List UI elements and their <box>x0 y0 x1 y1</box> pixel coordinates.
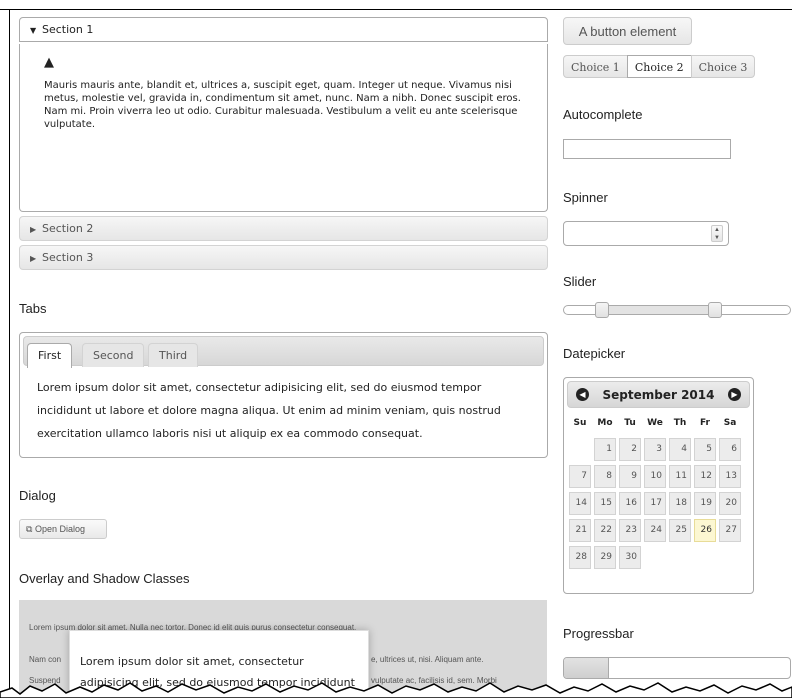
triangle-down-icon: ▼ <box>30 26 37 35</box>
datepicker-heading: Datepicker <box>563 346 626 361</box>
accordion-section-label: Section 3 <box>42 251 94 264</box>
calendar-day-today[interactable]: 26 <box>694 519 716 542</box>
calendar-day[interactable]: 13 <box>719 465 741 488</box>
calendar-day[interactable]: 6 <box>719 438 741 461</box>
calendar-day[interactable]: 20 <box>719 492 741 515</box>
accordion-section-label: Section 1 <box>42 23 94 36</box>
alert-icon: ▲ <box>44 55 54 70</box>
calendar-day[interactable]: 24 <box>644 519 666 542</box>
calendar-day[interactable]: 25 <box>669 519 691 542</box>
triangle-up-icon[interactable]: ▲ <box>712 226 722 234</box>
calendar-blank-cell <box>569 438 591 461</box>
tab-panel-content: Lorem ipsum dolor sit amet, consectetur … <box>37 381 501 440</box>
spinner-heading: Spinner <box>563 190 608 205</box>
calendar-day[interactable]: 15 <box>594 492 616 515</box>
calendar-day[interactable]: 17 <box>644 492 666 515</box>
calendar-day[interactable]: 14 <box>569 492 591 515</box>
tabs-heading: Tabs <box>19 301 47 316</box>
autocomplete-heading: Autocomplete <box>563 107 643 122</box>
calendar-day[interactable]: 12 <box>694 465 716 488</box>
choice-1-button[interactable]: Choice 1 <box>563 55 628 78</box>
tab-third[interactable]: Third <box>148 343 199 367</box>
triangle-down-icon[interactable]: ▼ <box>712 234 722 242</box>
tab-strip: First Second Third <box>23 336 544 368</box>
slider-heading: Slider <box>563 274 597 289</box>
weekday-label: Sa <box>723 418 737 428</box>
calendar-day[interactable]: 10 <box>644 465 666 488</box>
weekday-label: Fr <box>699 418 710 428</box>
triangle-right-icon: ▶ <box>30 225 37 234</box>
calendar-day[interactable]: 7 <box>569 465 591 488</box>
tab-first[interactable]: First <box>27 343 73 368</box>
accordion-section-label: Section 2 <box>42 222 94 235</box>
frame-border-top <box>0 9 792 10</box>
tab-second[interactable]: Second <box>82 343 145 367</box>
calendar-day[interactable]: 5 <box>694 438 716 461</box>
dialog-heading: Dialog <box>19 488 56 503</box>
weekday-label: Mo <box>597 418 613 428</box>
torn-edge <box>0 682 792 698</box>
spinner-buttons[interactable]: ▲ ▼ <box>711 225 723 242</box>
calendar-day[interactable]: 28 <box>569 546 591 569</box>
accordion-section-1-header[interactable]: ▼ Section 1 <box>19 17 548 42</box>
datepicker: ◀ September 2014 ▶ Su Mo Tu We Th Fr Sa 1 2 3 4 5 6 7… <box>563 377 754 594</box>
overlay-text-line: Nam con <box>29 655 62 664</box>
slider-handle-min[interactable] <box>595 302 610 318</box>
circle-arrow-right-icon[interactable]: ▶ <box>728 388 741 401</box>
calendar-day[interactable]: 11 <box>669 465 691 488</box>
calendar-day[interactable]: 27 <box>719 519 741 542</box>
open-dialog-button[interactable]: ⧉ Open Dialog <box>19 519 107 539</box>
triangle-right-icon: ▶ <box>30 254 37 263</box>
button-element[interactable]: A button element <box>563 17 692 45</box>
choice-2-button[interactable]: Choice 2 <box>626 55 692 78</box>
calendar-day[interactable]: 30 <box>619 546 641 569</box>
calendar-day[interactable]: 29 <box>594 546 616 569</box>
calendar-day[interactable]: 1 <box>594 438 616 461</box>
weekday-label: Tu <box>624 418 636 428</box>
calendar-day[interactable]: 9 <box>619 465 641 488</box>
slider-handle-max[interactable] <box>708 302 723 318</box>
accordion-section-2-header[interactable]: ▶ Section 2 <box>19 216 548 241</box>
overlay-text-line: e, ultrices ut, nisi. Aliquam ante. <box>371 655 484 664</box>
new-window-icon: ⧉ <box>26 524 33 534</box>
accordion-content: Mauris mauris ante, blandit et, ultrices… <box>44 80 521 130</box>
calendar-day[interactable]: 16 <box>619 492 641 515</box>
calendar-day[interactable]: 23 <box>619 519 641 542</box>
slider-range <box>602 306 716 314</box>
calendar-day[interactable]: 21 <box>569 519 591 542</box>
weekday-label: We <box>647 418 663 428</box>
spinner-input[interactable]: ▲ ▼ <box>563 221 729 246</box>
datepicker-header: ◀ September 2014 ▶ <box>567 381 750 408</box>
progressbar <box>563 657 791 679</box>
progressbar-fill <box>564 658 610 678</box>
weekday-label: Th <box>673 418 687 428</box>
accordion-section-1-panel: ▲ Mauris mauris ante, blandit et, ultric… <box>19 44 548 212</box>
calendar-day[interactable]: 19 <box>694 492 716 515</box>
calendar-day[interactable]: 4 <box>669 438 691 461</box>
overlay-heading: Overlay and Shadow Classes <box>19 571 190 586</box>
range-slider[interactable] <box>563 302 791 318</box>
autocomplete-input[interactable] <box>563 139 731 159</box>
circle-arrow-left-icon[interactable]: ◀ <box>576 388 589 401</box>
progressbar-heading: Progressbar <box>563 626 634 641</box>
calendar-day[interactable]: 18 <box>669 492 691 515</box>
tabs-widget: First Second Third Lorem ipsum dolor sit… <box>19 332 548 458</box>
calendar-day[interactable]: 22 <box>594 519 616 542</box>
calendar-day[interactable]: 3 <box>644 438 666 461</box>
datepicker-month-label: September 2014 <box>602 388 715 402</box>
calendar-day[interactable]: 2 <box>619 438 641 461</box>
weekday-label: Su <box>573 418 587 428</box>
calendar-day[interactable]: 8 <box>594 465 616 488</box>
datepicker-calendar: Su Mo Tu We Th Fr Sa 1 2 3 4 5 6 7 8 9 10 11 12 13 14 15 16 17 1… <box>569 414 750 569</box>
accordion-section-3-header[interactable]: ▶ Section 3 <box>19 245 548 270</box>
choice-3-button[interactable]: Choice 3 <box>690 55 756 78</box>
frame-border-left <box>9 9 10 698</box>
choice-buttonset: Choice 1 Choice 2 Choice 3 <box>563 55 756 78</box>
